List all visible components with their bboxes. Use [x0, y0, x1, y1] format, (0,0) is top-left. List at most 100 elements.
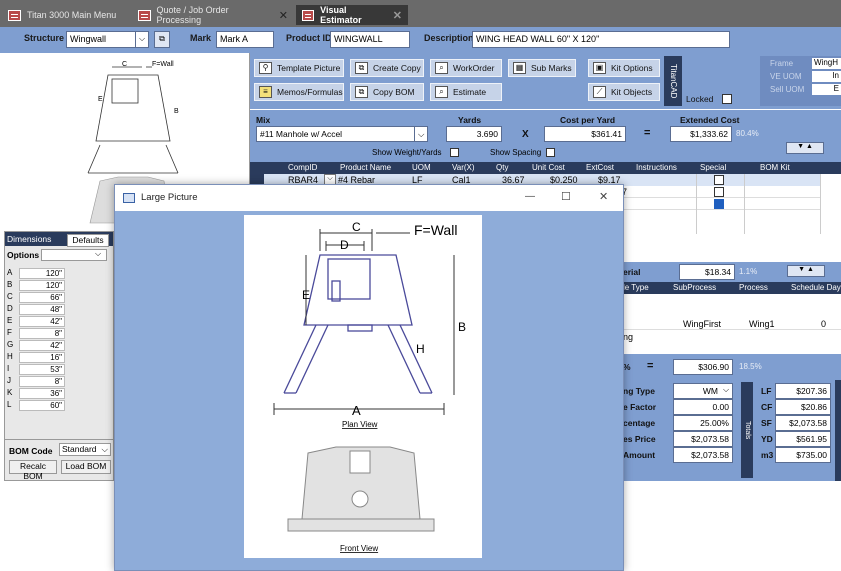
- dimension-field[interactable]: 120": [19, 280, 65, 291]
- kit-objects-button[interactable]: ⟋ Kit Objects: [588, 83, 660, 101]
- dimension-field[interactable]: 120": [19, 268, 65, 279]
- close-icon[interactable]: ✕: [599, 190, 608, 203]
- percentage-label: centage: [623, 418, 656, 428]
- chevron-down-icon[interactable]: ⌵: [95, 249, 101, 259]
- col-extcost[interactable]: ExtCost: [586, 163, 614, 172]
- maximize-icon[interactable]: ☐: [561, 190, 571, 203]
- total-unit-label: YD: [761, 434, 773, 444]
- amount-field[interactable]: $2,073.58: [673, 447, 733, 463]
- percentage-field[interactable]: 25.00%: [673, 415, 733, 431]
- col-schedule-day[interactable]: Schedule Day: [791, 283, 841, 292]
- structure-combo[interactable]: Wingwall: [66, 31, 136, 48]
- col-special[interactable]: Special: [700, 163, 726, 172]
- tab-label: Quote / Job Order Processing: [156, 5, 229, 25]
- chevron-down-icon[interactable]: ⌵: [135, 31, 149, 48]
- col-product-name[interactable]: Product Name: [340, 163, 391, 172]
- button-label: Copy BOM: [373, 87, 415, 97]
- cell-subprocess[interactable]: WingFirst: [683, 319, 721, 329]
- product-id-field[interactable]: WINGWALL: [330, 31, 410, 48]
- template-picture-button[interactable]: ⚲ Template Picture: [254, 59, 344, 77]
- mark-field[interactable]: Mark A: [216, 31, 274, 48]
- titancad-button[interactable]: TitanCAD: [664, 56, 682, 106]
- estimate-button[interactable]: ⌕ Estimate: [430, 83, 502, 101]
- tab-dimensions[interactable]: Dimensions: [7, 234, 51, 244]
- col-process[interactable]: Process: [739, 283, 768, 292]
- sell-uom-label: Sell UOM: [770, 85, 805, 94]
- large-picture-dialog[interactable]: Large Picture — ☐ ✕ C D F=Wall E B H A P…: [114, 184, 624, 571]
- minimize-icon[interactable]: —: [525, 191, 535, 202]
- tab-quote-job-order[interactable]: Quote / Job Order Processing ✕: [132, 5, 294, 25]
- dialog-titlebar[interactable]: Large Picture — ☐ ✕: [115, 185, 623, 211]
- cell-schedule-day[interactable]: 0: [821, 319, 826, 329]
- product-id-label: Product ID: [286, 33, 332, 43]
- frame-label: Frame: [770, 59, 794, 68]
- frame-field[interactable]: WingH: [812, 58, 841, 69]
- col-instructions[interactable]: Instructions: [636, 163, 677, 172]
- sales-price-field[interactable]: $2,073.58: [673, 431, 733, 447]
- col-subprocess[interactable]: SubProcess: [673, 283, 716, 292]
- special-checkbox[interactable]: [714, 187, 724, 197]
- col-compid[interactable]: CompID: [288, 163, 317, 172]
- cell-process[interactable]: Wing1: [749, 319, 775, 329]
- locked-checkbox[interactable]: [722, 94, 732, 104]
- kit-options-button[interactable]: ▣ Kit Options: [588, 59, 660, 77]
- col-var[interactable]: Var(X): [452, 163, 475, 172]
- work-order-button[interactable]: ⌕ WorkOrder: [430, 59, 502, 77]
- show-weight-label: Show Weight/Yards: [372, 148, 442, 157]
- memos-formulas-button[interactable]: ≡ Memos/Formulas: [254, 83, 344, 101]
- close-icon[interactable]: ✕: [393, 9, 402, 22]
- chevron-down-icon[interactable]: ⌵: [414, 126, 428, 142]
- tab-visual-estimator[interactable]: Visual Estimator ✕: [296, 5, 408, 25]
- dimension-field[interactable]: 60": [19, 400, 65, 411]
- copy-bom-button[interactable]: ⧉ Copy BOM: [350, 83, 424, 101]
- dimension-row: L 60": [7, 400, 65, 411]
- tab-bar: Titan 3000 Main Menu Quote / Job Order P…: [0, 0, 841, 27]
- dimension-label: E: [7, 316, 13, 325]
- dimension-field[interactable]: 53": [19, 364, 65, 375]
- svg-text:B: B: [174, 108, 179, 115]
- col-schedule-type[interactable]: le Type: [623, 283, 649, 292]
- dimension-label: C: [7, 292, 13, 301]
- show-weight-checkbox[interactable]: [450, 148, 459, 157]
- description-field[interactable]: WING HEAD WALL 60" X 120": [472, 31, 730, 48]
- dimension-label: B: [7, 280, 13, 289]
- scroll-buttons[interactable]: ▼ ▲: [786, 142, 824, 154]
- col-uom[interactable]: UOM: [412, 163, 431, 172]
- col-unit-cost[interactable]: Unit Cost: [532, 163, 565, 172]
- dimension-field[interactable]: 36": [19, 388, 65, 399]
- dimension-field[interactable]: 42": [19, 340, 65, 351]
- recalc-bom-button[interactable]: Recalc BOM: [9, 460, 57, 481]
- sub-marks-button[interactable]: ▦ Sub Marks: [508, 59, 576, 77]
- special-checkbox[interactable]: [714, 175, 724, 185]
- dimension-field[interactable]: 66": [19, 292, 65, 303]
- chevron-down-icon[interactable]: ⌵: [102, 444, 108, 455]
- tab-defaults[interactable]: Defaults: [67, 234, 109, 247]
- dimension-field[interactable]: 8": [19, 376, 65, 387]
- col-qty[interactable]: Qty: [496, 163, 508, 172]
- dimension-field[interactable]: 42": [19, 316, 65, 327]
- tab-main-menu[interactable]: Titan 3000 Main Menu: [2, 5, 132, 25]
- close-icon[interactable]: ✕: [279, 9, 288, 22]
- button-label: Kit Objects: [611, 87, 653, 97]
- cost-per-yard-field[interactable]: $361.41: [544, 126, 626, 142]
- factor-field[interactable]: 0.00: [673, 399, 733, 415]
- col-bom-kit[interactable]: BOM Kit: [760, 163, 790, 172]
- create-copy-button[interactable]: ⧉ Create Copy: [350, 59, 424, 77]
- table-row[interactable]: WingFirst Wing1 0: [623, 318, 841, 330]
- dimension-field[interactable]: 16": [19, 352, 65, 363]
- button-label: Create Copy: [373, 63, 421, 73]
- dimension-field[interactable]: 8": [19, 328, 65, 339]
- scroll-buttons[interactable]: ▼ ▲: [787, 265, 825, 277]
- load-bom-button[interactable]: Load BOM: [61, 460, 111, 474]
- special-checkbox[interactable]: [714, 199, 724, 209]
- show-spacing-checkbox[interactable]: [546, 148, 555, 157]
- ve-uom-field[interactable]: In: [812, 71, 841, 82]
- dimension-field[interactable]: 48": [19, 304, 65, 315]
- chevron-down-icon[interactable]: ⌵: [723, 385, 729, 395]
- sell-uom-field[interactable]: E: [812, 84, 841, 95]
- dim-label-d: D: [340, 238, 349, 252]
- mix-combo[interactable]: #11 Manhole w/ Accel: [256, 126, 416, 142]
- bom-code-combo[interactable]: Standard ⌵: [59, 443, 111, 456]
- yards-field[interactable]: 3.690: [446, 126, 502, 142]
- copy-structure-icon[interactable]: ⧉: [154, 31, 170, 48]
